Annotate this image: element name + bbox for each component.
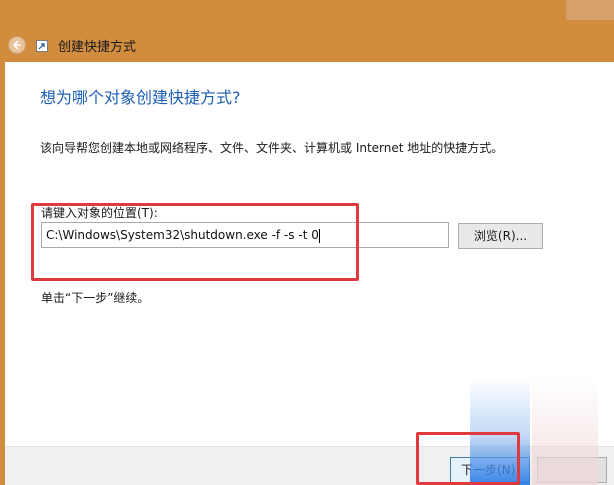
location-input[interactable]: C:\Windows\System32\shutdown.exe -f -s -… <box>41 222 449 248</box>
browse-button[interactable]: 浏览(R)... <box>458 223 543 249</box>
title-bar: 创建快捷方式 <box>0 26 614 62</box>
location-label: 请键入对象的位置(T): <box>41 206 158 220</box>
back-button[interactable] <box>8 36 26 54</box>
wizard-footer: 下一步(N) <box>5 446 614 485</box>
window-close-button[interactable] <box>566 0 614 20</box>
wizard-description: 该向导帮您创建本地或网络程序、文件、文件夹、计算机或 Internet 地址的快… <box>40 141 504 155</box>
text-caret <box>318 228 320 243</box>
location-input-value: C:\Windows\System32\shutdown.exe -f -s -… <box>46 228 319 242</box>
back-arrow-icon <box>12 40 21 50</box>
cancel-button[interactable] <box>537 457 607 483</box>
continue-hint: 单击“下一步”继续。 <box>41 291 150 305</box>
wizard-content: 想为哪个对象创建快捷方式? 该向导帮您创建本地或网络程序、文件、文件夹、计算机或… <box>5 62 614 446</box>
window-title: 创建快捷方式 <box>58 40 137 55</box>
create-shortcut-window: 创建快捷方式 想为哪个对象创建快捷方式? 该向导帮您创建本地或网络程序、文件、文… <box>0 0 614 485</box>
next-button[interactable]: 下一步(N) <box>450 457 530 483</box>
shortcut-icon <box>36 40 48 52</box>
page-heading: 想为哪个对象创建快捷方式? <box>40 88 241 107</box>
